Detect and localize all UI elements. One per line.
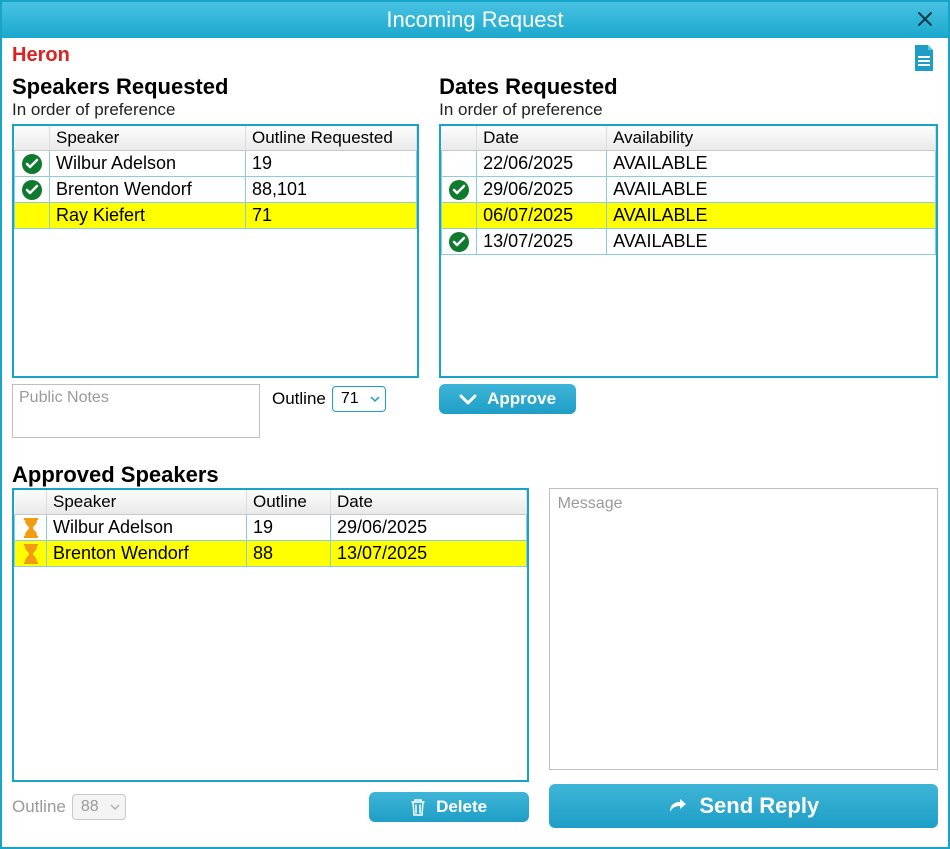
- row-status: [15, 151, 50, 177]
- close-icon: [917, 11, 933, 27]
- row-speaker: Ray Kiefert: [50, 203, 246, 229]
- public-notes-input[interactable]: Public Notes: [12, 384, 260, 438]
- table-row[interactable]: Brenton Wendorf88,101: [15, 177, 417, 203]
- speakers-requested-grid[interactable]: Speaker Outline Requested Wilbur Adelson…: [12, 124, 419, 378]
- message-placeholder: Message: [558, 495, 623, 512]
- row-availability: AVAILABLE: [607, 229, 936, 255]
- titlebar: Incoming Request: [2, 2, 948, 38]
- chevron-down-icon: [110, 804, 120, 810]
- table-row[interactable]: 06/07/2025AVAILABLE: [442, 203, 936, 229]
- approve-label: Approve: [487, 389, 556, 409]
- row-outline: 19: [246, 151, 417, 177]
- trash-icon: [410, 798, 426, 816]
- approved-outline-value: 88: [81, 798, 99, 816]
- table-row[interactable]: 13/07/2025AVAILABLE: [442, 229, 936, 255]
- col-date[interactable]: Date: [331, 490, 527, 515]
- col-status: [15, 490, 47, 515]
- row-speaker: Brenton Wendorf: [50, 177, 246, 203]
- col-status: [15, 126, 50, 151]
- row-speaker: Wilbur Adelson: [50, 151, 246, 177]
- table-row[interactable]: Wilbur Adelson1929/06/2025: [15, 515, 527, 541]
- approve-button[interactable]: Approve: [439, 384, 576, 414]
- table-row[interactable]: Wilbur Adelson19: [15, 151, 417, 177]
- row-status: [15, 515, 47, 541]
- outline-select[interactable]: 71: [332, 386, 386, 412]
- dates-requested-title: Dates Requested: [439, 74, 938, 100]
- close-button[interactable]: [912, 6, 938, 32]
- col-outline[interactable]: Outline: [247, 490, 331, 515]
- table-row[interactable]: Brenton Wendorf8813/07/2025: [15, 541, 527, 567]
- row-date: 13/07/2025: [331, 541, 527, 567]
- row-outline: 19: [247, 515, 331, 541]
- speakers-requested-sub: In order of preference: [12, 100, 419, 120]
- notes-document-button[interactable]: [910, 44, 938, 72]
- check-icon: [21, 153, 43, 175]
- check-icon: [448, 231, 470, 253]
- approved-outline-label: Outline: [12, 797, 66, 817]
- table-row[interactable]: 29/06/2025AVAILABLE: [442, 177, 936, 203]
- col-outline-requested[interactable]: Outline Requested: [246, 126, 417, 151]
- row-status: [442, 229, 477, 255]
- check-icon: [448, 179, 470, 201]
- document-icon: [912, 44, 936, 72]
- row-date: 13/07/2025: [477, 229, 607, 255]
- congregation-name: Heron: [12, 44, 70, 67]
- speakers-requested-title: Speakers Requested: [12, 74, 419, 100]
- row-speaker: Wilbur Adelson: [47, 515, 247, 541]
- table-row[interactable]: Ray Kiefert71: [15, 203, 417, 229]
- delete-label: Delete: [436, 797, 487, 817]
- row-status: [442, 177, 477, 203]
- row-availability: AVAILABLE: [607, 151, 936, 177]
- chevron-down-icon: [459, 392, 477, 406]
- row-outline: 88: [247, 541, 331, 567]
- approved-speakers-grid[interactable]: Speaker Outline Date Wilbur Adelson1929/…: [12, 488, 529, 782]
- hourglass-icon: [22, 517, 40, 539]
- chevron-down-icon: [370, 396, 380, 402]
- row-date: 29/06/2025: [331, 515, 527, 541]
- outline-select-value: 71: [341, 390, 359, 408]
- approved-outline-select: 88: [72, 794, 126, 820]
- window-title: Incoming Request: [386, 7, 563, 33]
- col-speaker[interactable]: Speaker: [47, 490, 247, 515]
- message-input[interactable]: Message: [549, 488, 938, 770]
- row-date: 22/06/2025: [477, 151, 607, 177]
- col-availability[interactable]: Availability: [607, 126, 936, 151]
- row-date: 29/06/2025: [477, 177, 607, 203]
- outline-label: Outline: [272, 389, 326, 409]
- row-date: 06/07/2025: [477, 203, 607, 229]
- hourglass-icon: [22, 543, 40, 565]
- col-date[interactable]: Date: [477, 126, 607, 151]
- row-status: [15, 203, 50, 229]
- check-icon: [21, 179, 43, 201]
- delete-button[interactable]: Delete: [369, 792, 529, 822]
- row-status: [442, 203, 477, 229]
- table-row[interactable]: 22/06/2025AVAILABLE: [442, 151, 936, 177]
- col-status: [442, 126, 477, 151]
- incoming-request-window: Incoming Request Heron Speak: [0, 0, 950, 849]
- col-speaker[interactable]: Speaker: [50, 126, 246, 151]
- row-outline: 71: [246, 203, 417, 229]
- row-speaker: Brenton Wendorf: [47, 541, 247, 567]
- row-status: [15, 177, 50, 203]
- send-reply-button[interactable]: Send Reply: [549, 784, 938, 828]
- send-reply-label: Send Reply: [699, 793, 819, 819]
- row-status: [442, 151, 477, 177]
- row-status: [15, 541, 47, 567]
- dates-requested-sub: In order of preference: [439, 100, 938, 120]
- row-outline: 88,101: [246, 177, 417, 203]
- share-icon: [667, 796, 689, 816]
- approved-speakers-title: Approved Speakers: [12, 462, 529, 488]
- dates-requested-grid[interactable]: Date Availability 22/06/2025AVAILABLE29/…: [439, 124, 938, 378]
- public-notes-placeholder: Public Notes: [19, 389, 109, 406]
- row-availability: AVAILABLE: [607, 203, 936, 229]
- row-availability: AVAILABLE: [607, 177, 936, 203]
